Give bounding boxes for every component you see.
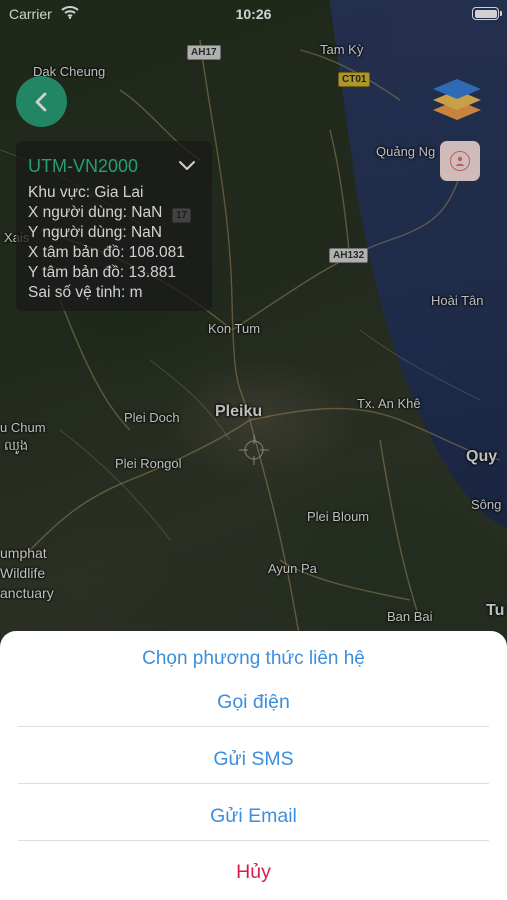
- action-sheet-title: Chọn phương thức liên hệ: [142, 648, 365, 669]
- contact-action-sheet: Chọn phương thức liên hệ Gọi điện Gửi SM…: [0, 631, 507, 900]
- email-option-button[interactable]: Gửi Email: [18, 788, 489, 844]
- call-option-button[interactable]: Gọi điện: [18, 674, 489, 730]
- separator: [18, 840, 489, 841]
- separator: [18, 783, 489, 784]
- cancel-button[interactable]: Hủy: [18, 844, 489, 900]
- separator: [18, 726, 489, 727]
- sms-option-button[interactable]: Gửi SMS: [18, 731, 489, 787]
